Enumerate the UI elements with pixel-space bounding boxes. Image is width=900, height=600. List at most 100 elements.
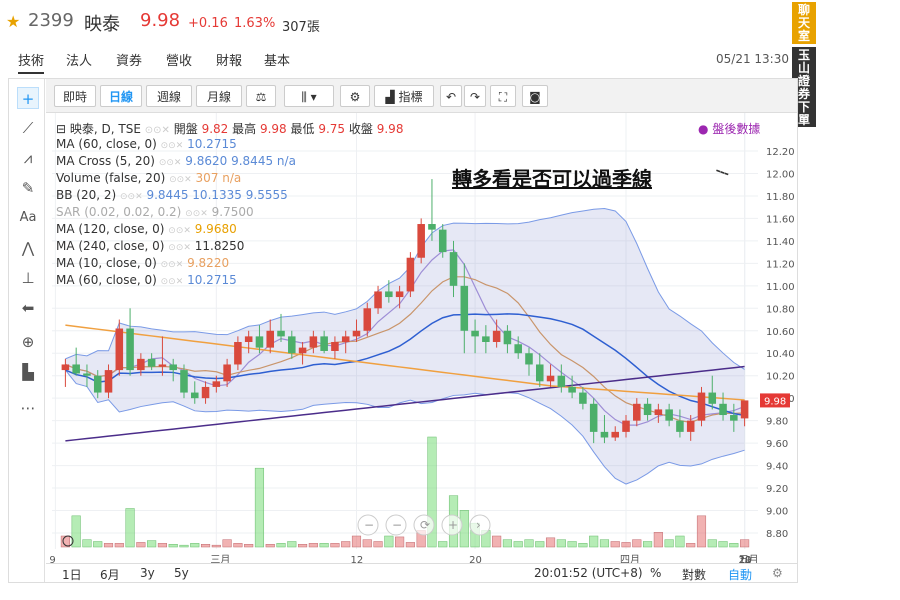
zoom-icon[interactable]: ⊕	[17, 331, 39, 353]
y-tick-label: 11.40	[766, 237, 795, 248]
candle-body	[126, 328, 134, 371]
candle-body	[320, 336, 328, 351]
legend-low-label: 最低	[290, 122, 315, 136]
tab-basic[interactable]: 基本	[264, 50, 290, 69]
legend-line-controls-icon[interactable]: ⊙⊙✕	[120, 192, 143, 202]
range-3y[interactable]: 3y	[140, 566, 155, 580]
more-icon[interactable]: ⋯	[17, 397, 39, 419]
candle-body	[93, 375, 102, 393]
volume-bar	[632, 539, 642, 548]
volume-bar	[535, 541, 545, 548]
zoom-button-icon: +	[448, 518, 458, 532]
candle-body	[697, 392, 706, 421]
auto-toggle[interactable]: 自動	[728, 566, 752, 583]
interval-daily-button[interactable]: 日線	[100, 85, 142, 107]
legend-line: MA (60, close, 0) ⊙⊙✕ 10.2715	[56, 273, 237, 287]
candle-body	[740, 400, 749, 419]
range-1d[interactable]: 1日	[62, 566, 82, 583]
legend-control-icons[interactable]: ⊙⊙✕	[145, 125, 170, 136]
legend-line: MA (60, close, 0) ⊙⊙✕ 10.2715	[56, 137, 237, 151]
legend-line-controls-icon[interactable]: ⊙⊙✕	[159, 158, 182, 168]
volume-bar	[114, 543, 124, 548]
x-tick-label: 20	[739, 555, 752, 563]
legend-line-value: 9.9680	[194, 222, 237, 236]
settings-gear-icon[interactable]: ⚙	[340, 85, 370, 107]
y-tick-label: 9.00	[766, 507, 788, 518]
legend-line: MA (120, close, 0) ⊙⊙✕ 9.9680	[56, 222, 237, 236]
broker-order-label: 玉山證券下單	[797, 48, 810, 127]
measure-icon[interactable]: ⊥	[17, 267, 39, 289]
chat-room-button[interactable]: 聊天室	[792, 2, 816, 44]
interval-weekly-button[interactable]: 週線	[146, 85, 192, 107]
volume-bar	[93, 541, 103, 548]
tab-financials[interactable]: 財報	[216, 50, 242, 69]
legend-line-controls-icon[interactable]: ⊙⊙✕	[168, 226, 191, 236]
brush-icon[interactable]: ✎	[17, 177, 39, 199]
settings-gear-icon[interactable]: ⚙	[772, 566, 783, 580]
legend-line: MA (240, close, 0) ⊙⊙✕ 11.8250	[56, 239, 244, 253]
tab-technical[interactable]: 技術	[18, 50, 45, 74]
indicators-button[interactable]: ▟ 指標	[374, 85, 434, 107]
fullscreen-icon[interactable]: ⛶	[490, 85, 516, 107]
candle-body	[568, 386, 576, 393]
compare-scale-icon[interactable]: ⚖	[246, 85, 276, 107]
legend-line-value: 9.8220	[187, 256, 230, 270]
afterhours-link[interactable]: ● 盤後數據	[698, 120, 760, 137]
candle-body	[708, 392, 717, 404]
volume-bar	[545, 537, 556, 548]
text-tool-icon[interactable]: Aa	[17, 207, 39, 229]
camera-icon[interactable]: ◙	[522, 85, 548, 107]
candle-body	[492, 330, 501, 342]
ruler-icon[interactable]: ▙	[17, 361, 39, 383]
tab-margin[interactable]: 資券	[116, 50, 142, 69]
trendline-icon[interactable]: ⟋	[17, 117, 39, 139]
zoom-button-icon: ›	[476, 518, 481, 532]
legend-line-value: 10.2715	[187, 137, 237, 151]
zoom-button-icon: ⟳	[420, 518, 430, 532]
range-5y[interactable]: 5y	[174, 566, 189, 580]
legend-line-controls-icon[interactable]: ⊙⊙✕	[161, 260, 184, 270]
arrow-left-icon[interactable]: ⬅	[17, 297, 39, 319]
candle-body	[471, 330, 479, 337]
legend-line-controls-icon[interactable]: ⊙⊙✕	[168, 243, 191, 253]
interval-intraday-button[interactable]: 即時	[54, 85, 96, 107]
candle-body	[633, 403, 641, 421]
fibonacci-icon[interactable]: ⩘	[17, 147, 39, 169]
volume-bar	[319, 543, 329, 548]
stock-header: ★ 2399 映泰 9.98 +0.16 1.63% 307張	[0, 0, 790, 44]
clock: 20:01:52 (UTC+8)	[534, 566, 643, 580]
volume-bar	[696, 515, 707, 548]
zoom-controls: − − ⟳ + ›	[357, 514, 491, 536]
volume-bar	[502, 539, 512, 548]
redo-icon[interactable]: ↷	[464, 85, 486, 107]
legend-collapse-icon[interactable]: ⊟	[56, 122, 66, 136]
y-tick-label: 9.80	[766, 417, 788, 428]
legend-low: 9.75	[318, 122, 346, 136]
percent-toggle[interactable]: %	[650, 566, 661, 580]
log-toggle[interactable]: 對數	[682, 566, 706, 583]
bottom-bar: 1日 6月 3y 5y 20:01:52 (UTC+8) % 對數 自動 ⚙	[46, 563, 797, 582]
volume-bar	[157, 543, 167, 548]
undo-icon[interactable]: ↶	[440, 85, 462, 107]
candle-body	[482, 336, 490, 342]
crosshair-icon[interactable]: +	[17, 87, 39, 109]
tab-institutional[interactable]: 法人	[66, 50, 92, 69]
range-6m[interactable]: 6月	[100, 566, 120, 583]
chart-type-candle-icon[interactable]: ⫼ ▾	[284, 85, 334, 107]
favorite-star-icon[interactable]: ★	[6, 12, 20, 31]
legend-line-controls-icon[interactable]: ⊙⊙✕	[161, 277, 184, 287]
candle-body	[169, 364, 177, 371]
tab-revenue[interactable]: 營收	[166, 50, 192, 69]
legend-line-controls-icon[interactable]: ⊙⊙✕	[185, 209, 208, 219]
candle-body	[341, 336, 350, 342]
x-tick-label: 9	[49, 555, 55, 563]
legend-line-value: 11.8250	[194, 239, 245, 253]
interval-monthly-button[interactable]: 月線	[196, 85, 242, 107]
stock-price: 9.98	[140, 10, 181, 31]
legend-line-controls-icon[interactable]: ⊙⊙✕	[161, 141, 184, 151]
legend-main: ⊟ 映泰, D, TSE ⊙⊙✕ 開盤 9.82 最高 9.98 最低 9.75…	[56, 120, 403, 137]
legend-line-controls-icon[interactable]: ⊙⊙✕	[169, 175, 192, 185]
candle-body	[61, 364, 70, 371]
pattern-icon[interactable]: ⋀	[17, 237, 39, 259]
legend-line-value: 307	[195, 171, 219, 185]
